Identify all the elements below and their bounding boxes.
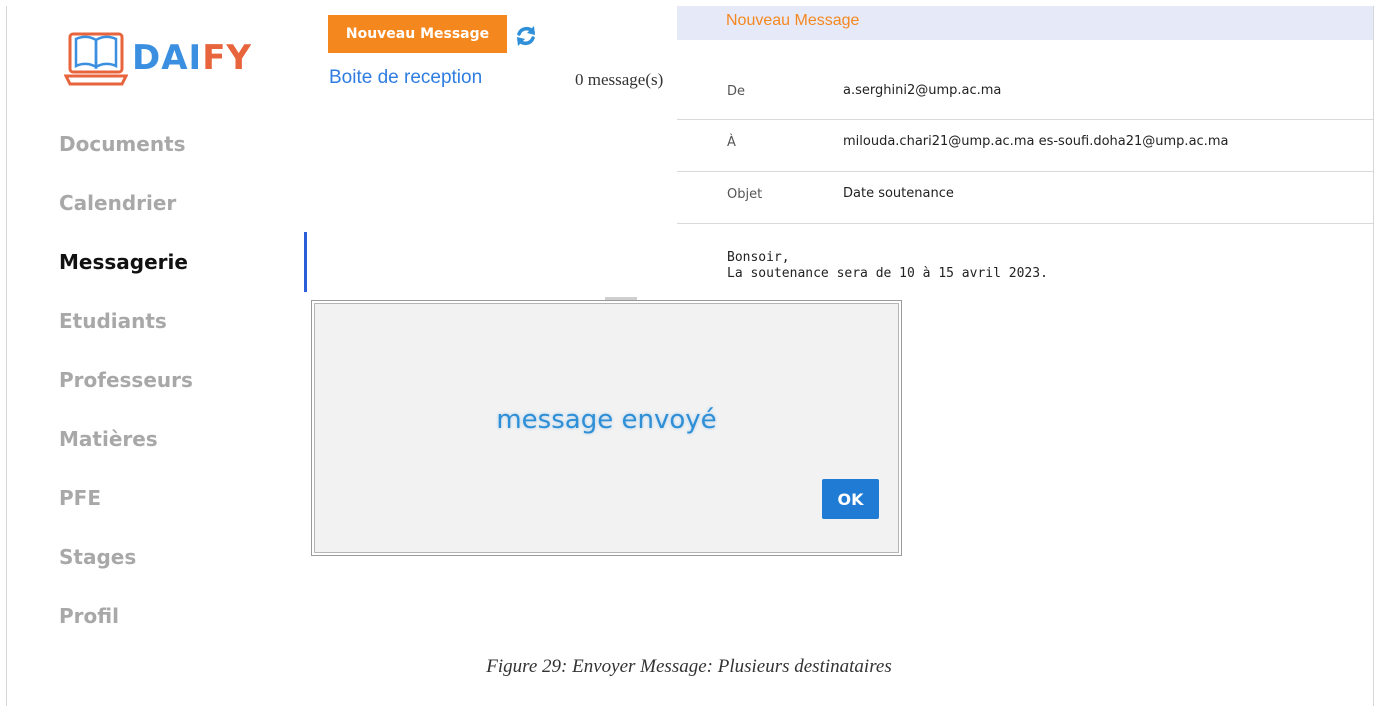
sidebar-item-messagerie[interactable]: Messagerie bbox=[59, 250, 188, 274]
to-row: À milouda.chari21@ump.ac.ma es-soufi.doh… bbox=[677, 120, 1373, 172]
message-count: 0 message(s) bbox=[575, 70, 664, 89]
alert-dialog: message envoyé OK bbox=[311, 300, 902, 556]
logo-wordmark: DAIFY bbox=[132, 38, 252, 78]
app-logo: DAIFY bbox=[64, 26, 264, 92]
body-line-2: La soutenance sera de 10 à 15 avril 2023… bbox=[727, 266, 1048, 281]
logo-text-part1: DAI bbox=[132, 38, 203, 78]
compose-title: Nouveau Message bbox=[726, 12, 860, 29]
subject-row: Objet Date soutenance bbox=[677, 172, 1373, 224]
new-message-button[interactable]: Nouveau Message bbox=[328, 15, 507, 53]
sidebar-item-matieres[interactable]: Matières bbox=[59, 427, 158, 451]
sidebar-item-stages[interactable]: Stages bbox=[59, 545, 136, 569]
from-label: De bbox=[727, 84, 746, 99]
message-body[interactable]: Bonsoir, La soutenance sera de 10 à 15 a… bbox=[727, 250, 1048, 282]
logo-text-part2: FY bbox=[202, 38, 253, 78]
to-field[interactable]: milouda.chari21@ump.ac.ma es-soufi.doha2… bbox=[843, 134, 1228, 149]
refresh-icon[interactable] bbox=[514, 24, 538, 48]
sidebar-item-calendrier[interactable]: Calendrier bbox=[59, 191, 176, 215]
compose-header: Nouveau Message bbox=[677, 6, 1373, 40]
sidebar-item-documents[interactable]: Documents bbox=[59, 132, 186, 156]
body-line-1: Bonsoir, bbox=[727, 250, 790, 265]
ok-button[interactable]: OK bbox=[822, 479, 879, 519]
subject-label: Objet bbox=[727, 187, 763, 202]
subject-field[interactable]: Date soutenance bbox=[843, 186, 954, 201]
inbox-link[interactable]: Boite de reception bbox=[329, 67, 482, 89]
active-nav-indicator bbox=[304, 232, 307, 292]
sidebar-item-pfe[interactable]: PFE bbox=[59, 486, 101, 510]
from-row: De a.serghini2@ump.ac.ma bbox=[677, 68, 1373, 120]
figure-caption: Figure 29: Envoyer Message: Plusieurs de… bbox=[486, 656, 892, 677]
to-label: À bbox=[727, 135, 736, 150]
sidebar-item-professeurs[interactable]: Professeurs bbox=[59, 368, 193, 392]
from-field[interactable]: a.serghini2@ump.ac.ma bbox=[843, 83, 1001, 98]
dialog-message: message envoyé bbox=[496, 405, 717, 435]
sidebar-item-etudiants[interactable]: Etudiants bbox=[59, 309, 167, 333]
book-laptop-icon bbox=[64, 32, 128, 86]
sidebar-item-profil[interactable]: Profil bbox=[59, 604, 119, 628]
